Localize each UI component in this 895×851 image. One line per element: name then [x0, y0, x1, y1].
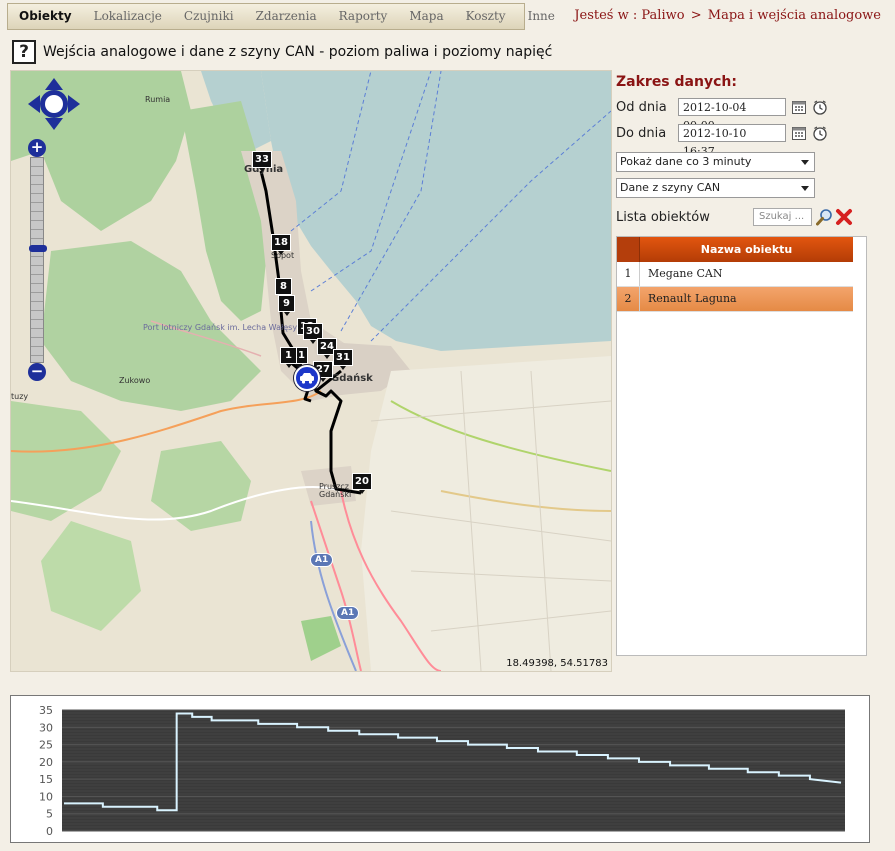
place-label: tuzy [11, 392, 29, 401]
pan-left-button[interactable] [27, 95, 41, 113]
menu-item-koszty[interactable]: Koszty [455, 4, 517, 29]
menu-item-lokalizacje[interactable]: Lokalizacje [83, 4, 173, 29]
search-input[interactable]: Szukaj ... [753, 208, 812, 226]
place-label: Zukowo [119, 376, 151, 385]
menu-item-obiekty[interactable]: Obiekty [8, 4, 83, 29]
fuel-level-chart: 0 5 10 15 20 25 30 35 [10, 695, 870, 843]
from-date-label: Od dnia [616, 99, 667, 115]
chart-svg: 0 5 10 15 20 25 30 35 [39, 704, 845, 838]
breadcrumb: Jesteś w : Paliwo > Mapa i wejścia analo… [574, 8, 881, 23]
main-menu: Obiekty Lokalizacje Czujniki Zdarzenia Rapor… [7, 3, 555, 30]
data-source-select-value: Dane z szyny CAN [620, 181, 721, 194]
map-coordinates: 18.49398, 54.51783 [506, 658, 608, 669]
map-view[interactable]: Rumia Gdynia Sopot Zukowo Gdańsk Pruszcz… [10, 70, 612, 672]
breadcrumb-item-paliwo[interactable]: Paliwo [641, 8, 684, 23]
y-tick-label: 30 [39, 721, 53, 734]
page-header: ? Wejścia analogowe i dane z szyny CAN -… [12, 40, 552, 64]
y-tick-label: 35 [39, 704, 53, 717]
map-marker[interactable]: 20 [352, 473, 372, 494]
row-number: 2 [617, 287, 640, 311]
range-title: Zakres danych: [616, 74, 737, 90]
row-name: Renault Laguna [648, 292, 737, 305]
menu-item-raporty[interactable]: Raporty [328, 4, 399, 29]
objects-header: Lista obiektów Szukaj ... [616, 206, 876, 228]
place-label: Port lotniczy Gdańsk im. Lecha Wałęsy [143, 323, 298, 332]
breadcrumb-separator: > [690, 8, 702, 23]
map-marker[interactable]: 33 [252, 151, 272, 172]
menu-item-zdarzenia[interactable]: Zdarzenia [245, 4, 328, 29]
map-marker[interactable]: 9 [278, 295, 295, 316]
breadcrumb-item-current: Mapa i wejścia analogowe [707, 8, 881, 23]
clear-icon[interactable] [835, 208, 853, 226]
map-marker[interactable]: 31 [333, 349, 353, 370]
breadcrumb-prefix: Jesteś w : [574, 8, 638, 23]
data-range-panel: Zakres danych: Od dnia 2012-10-04 00:00 … [616, 70, 876, 656]
to-date-row: Do dnia 2012-10-10 16:37 [616, 120, 876, 158]
place-label: Rumia [145, 95, 171, 104]
map-marker[interactable]: 1 [280, 347, 297, 368]
table-row[interactable]: 2 Renault Laguna [617, 287, 853, 312]
page-title: Wejścia analogowe i dane z szyny CAN - p… [43, 44, 553, 60]
zoom-slider-handle[interactable] [29, 245, 47, 252]
chevron-down-icon [801, 186, 809, 191]
objects-table-header: Nazwa obiektu [617, 237, 866, 262]
menu-item-mapa[interactable]: Mapa [398, 4, 454, 29]
road-shield: A1 [336, 606, 360, 620]
search-icon[interactable] [816, 208, 834, 226]
row-name: Megane CAN [648, 267, 723, 280]
y-tick-label: 5 [46, 808, 53, 821]
help-icon[interactable]: ? [12, 40, 36, 64]
car-icon [300, 373, 314, 384]
chevron-down-icon [801, 160, 809, 165]
y-tick-label: 0 [46, 825, 53, 838]
zoom-slider[interactable] [29, 157, 47, 363]
objects-label: Lista obiektów [616, 209, 710, 225]
clock-icon[interactable] [812, 99, 828, 115]
y-tick-label: 15 [39, 773, 53, 786]
vehicle-icon[interactable] [294, 365, 320, 391]
header-num-cell [617, 237, 640, 262]
clock-icon[interactable] [812, 125, 828, 141]
pan-right-button[interactable] [67, 95, 81, 113]
menu-item-inne[interactable]: Inne [517, 4, 566, 29]
data-source-select[interactable]: Dane z szyny CAN [616, 178, 815, 198]
pan-up-button[interactable] [45, 77, 63, 91]
y-tick-label: 20 [39, 756, 53, 769]
to-date-label: Do dnia [616, 125, 667, 141]
to-date-input[interactable]: 2012-10-10 16:37 [678, 124, 786, 158]
zoom-out-button[interactable]: − [28, 363, 46, 381]
row-number: 1 [617, 262, 640, 286]
menu-item-czujniki[interactable]: Czujniki [173, 4, 245, 29]
from-date-input[interactable]: 2012-10-04 00:00 [678, 98, 786, 132]
interval-select-value: Pokaż dane co 3 minuty [620, 155, 752, 168]
y-tick-label: 10 [39, 790, 53, 803]
table-row[interactable]: 1 Megane CAN [617, 262, 853, 287]
map-marker[interactable]: 8 [275, 278, 292, 299]
interval-select[interactable]: Pokaż dane co 3 minuty [616, 152, 815, 172]
calendar-icon[interactable] [791, 125, 807, 141]
from-date-row: Od dnia 2012-10-04 00:00 [616, 94, 876, 132]
place-label: Gdańsk [331, 373, 373, 384]
pan-down-button[interactable] [45, 117, 63, 131]
calendar-icon[interactable] [791, 99, 807, 115]
objects-table: Nazwa obiektu 1 Megane CAN 2 Renault Lag… [616, 236, 867, 656]
pan-control [27, 77, 81, 131]
map-marker[interactable]: 18 [271, 234, 291, 255]
road-shield: A1 [310, 553, 334, 567]
zoom-in-button[interactable]: + [28, 139, 46, 157]
zoom-control: + − [28, 139, 47, 381]
header-name-cell[interactable]: Nazwa obiektu [640, 237, 853, 262]
y-tick-label: 25 [39, 739, 53, 752]
